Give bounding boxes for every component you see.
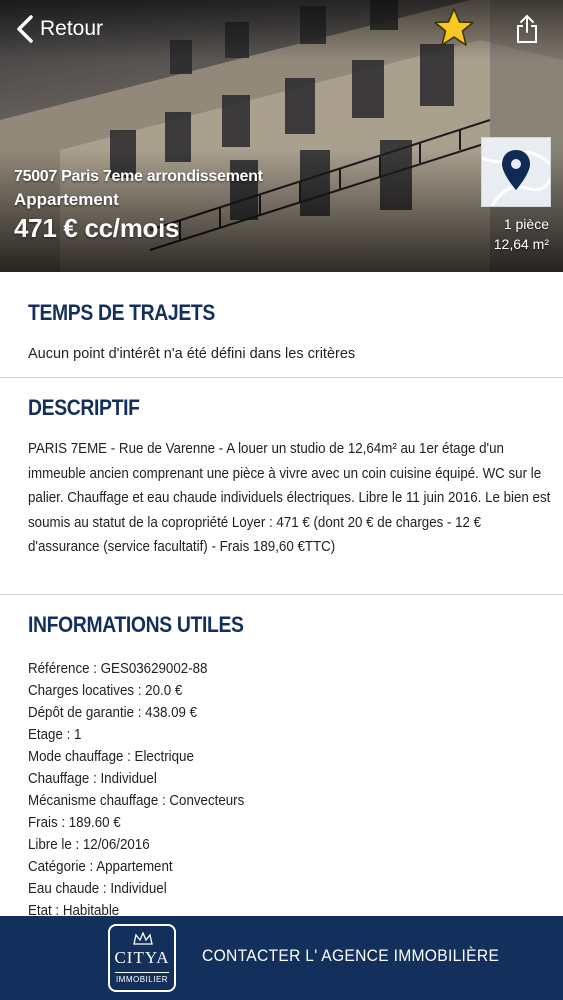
info-item: Eau chaude : Individuel	[28, 881, 167, 897]
section-description: DESCRIPTIF PARIS 7EME - Rue de Varenne -…	[0, 395, 563, 560]
room-info: 1 pièce 12,64 m²	[494, 214, 549, 254]
share-icon[interactable]	[514, 14, 540, 44]
hero-photo: Retour 75007 Paris 7eme arrondissement A…	[0, 0, 563, 272]
price: 471 € cc/mois	[14, 213, 180, 243]
info-item: Libre le : 12/06/2016	[28, 837, 150, 853]
listing-summary: 75007 Paris 7eme arrondissement Appartem…	[14, 168, 263, 244]
section-title: DESCRIPTIF	[28, 395, 140, 420]
divider	[0, 377, 563, 378]
info-item: Charges locatives : 20.0 €	[28, 683, 183, 699]
star-icon[interactable]	[432, 6, 476, 50]
contact-agency-button[interactable]: CITYA IMMOBILIER CONTACTER L' AGENCE IMM…	[0, 916, 563, 1000]
description-text: PARIS 7EME - Rue de Varenne - A louer un…	[28, 441, 551, 555]
logo-brand: CITYA	[114, 948, 170, 967]
rooms-count: 1 pièce	[503, 216, 549, 232]
info-item: Frais : 189.60 €	[28, 815, 121, 831]
section-title: TEMPS DE TRAJETS	[28, 300, 215, 325]
map-thumbnail[interactable]	[481, 137, 552, 207]
surface-area: 12,64 m²	[493, 236, 549, 252]
info-item: Référence : GES03629002-88	[28, 661, 208, 677]
info-item: Catégorie : Appartement	[28, 859, 173, 875]
info-list: Référence : GES03629002-88 Charges locat…	[28, 658, 563, 922]
section-travel-times: TEMPS DE TRAJETS Aucun point d'intérêt n…	[0, 300, 563, 362]
back-label: Retour	[40, 17, 104, 40]
info-item: Chauffage : Individuel	[28, 771, 157, 787]
section-title: INFORMATIONS UTILES	[28, 612, 244, 637]
divider	[0, 594, 563, 595]
logo-sub: IMMOBILIER	[115, 972, 169, 984]
back-button[interactable]: Retour	[14, 14, 103, 44]
property-type: Appartement	[14, 190, 119, 209]
info-item: Dépôt de garantie : 438.09 €	[28, 705, 198, 721]
citya-logo: CITYA IMMOBILIER	[108, 924, 176, 992]
info-item: Mécanisme chauffage : Convecteurs	[28, 793, 245, 809]
info-item: Mode chauffage : Electrique	[28, 749, 194, 765]
travel-times-text: Aucun point d'intérêt n'a été défini dan…	[28, 346, 356, 362]
contact-label: CONTACTER L' AGENCE IMMOBILIÈRE	[202, 946, 500, 965]
map-pin-icon	[481, 150, 552, 207]
chevron-left-icon	[17, 15, 33, 43]
crown-icon	[133, 932, 153, 945]
info-item: Etage : 1	[28, 727, 82, 743]
section-useful-info: INFORMATIONS UTILES Référence : GES03629…	[0, 612, 563, 922]
address-line: 75007 Paris 7eme arrondissement	[14, 168, 263, 185]
